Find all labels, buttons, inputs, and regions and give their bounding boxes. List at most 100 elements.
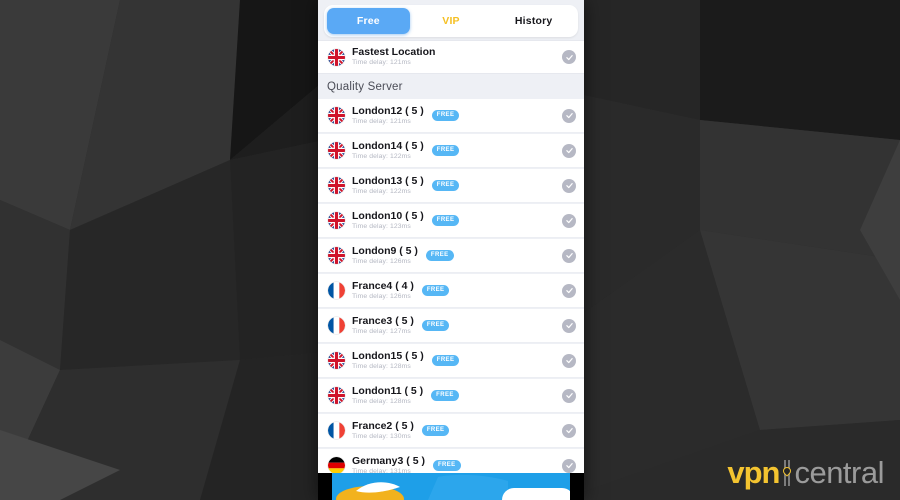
server-texts: London15 ( 5 ) Time delay: 128ms bbox=[352, 350, 424, 372]
check-circle-icon[interactable] bbox=[562, 108, 576, 123]
free-badge: FREE bbox=[432, 460, 461, 471]
server-texts: London12 ( 5 ) Time delay: 121ms bbox=[352, 105, 424, 127]
server-delay: Time delay: 127ms bbox=[352, 327, 411, 335]
server-delay: Time delay: 122ms bbox=[352, 187, 411, 195]
server-row[interactable]: France2 ( 5 ) Time delay: 130ms FREE bbox=[318, 414, 584, 448]
germany-flag-icon bbox=[328, 457, 345, 474]
vpn-app-screen: Free VIP History Fastest Location Time d… bbox=[318, 0, 584, 500]
server-delay: Time delay: 126ms bbox=[352, 257, 411, 265]
vpncentral-watermark: vpn central bbox=[727, 457, 884, 488]
fastest-location-name: Fastest Location bbox=[352, 46, 436, 58]
section-header-quality-server: Quality Server bbox=[318, 74, 584, 99]
free-badge: FREE bbox=[431, 180, 460, 191]
server-name: London13 ( 5 ) bbox=[352, 174, 424, 187]
server-row[interactable]: France3 ( 5 ) Time delay: 127ms FREE bbox=[318, 309, 584, 343]
server-name: London14 ( 5 ) bbox=[352, 139, 424, 152]
server-name: London15 ( 5 ) bbox=[352, 349, 424, 362]
uk-flag-icon bbox=[328, 212, 345, 229]
server-name: London12 ( 5 ) bbox=[352, 104, 424, 117]
free-badge: FREE bbox=[431, 110, 460, 121]
france-flag-icon bbox=[328, 282, 345, 299]
check-circle-icon[interactable] bbox=[562, 388, 576, 403]
fastest-location-texts: Fastest Location Time delay: 121ms bbox=[352, 46, 435, 68]
server-delay: Time delay: 128ms bbox=[352, 397, 411, 405]
free-badge: FREE bbox=[421, 285, 450, 296]
server-delay: Time delay: 128ms bbox=[352, 362, 411, 370]
server-delay: Time delay: 121ms bbox=[352, 117, 411, 125]
check-circle-icon[interactable] bbox=[562, 178, 576, 193]
server-row[interactable]: London9 ( 5 ) Time delay: 126ms FREE bbox=[318, 239, 584, 273]
server-list[interactable]: London12 ( 5 ) Time delay: 121ms FREE Londo… bbox=[318, 99, 584, 483]
server-texts: London11 ( 5 ) Time delay: 128ms bbox=[352, 385, 423, 407]
server-row[interactable]: London13 ( 5 ) Time delay: 122ms FREE bbox=[318, 169, 584, 203]
server-name: London11 ( 5 ) bbox=[352, 384, 424, 397]
fastest-location-delay: Time delay: 121ms bbox=[352, 59, 411, 66]
server-name: London10 ( 5 ) bbox=[352, 209, 424, 222]
tab-free[interactable]: Free bbox=[327, 8, 410, 34]
free-badge: FREE bbox=[431, 355, 460, 366]
server-name: London9 ( 5 ) bbox=[352, 244, 418, 257]
server-row[interactable]: London10 ( 5 ) Time delay: 123ms FREE bbox=[318, 204, 584, 238]
free-badge: FREE bbox=[431, 390, 459, 401]
uk-flag-icon bbox=[328, 142, 345, 159]
uk-flag-icon bbox=[328, 247, 345, 264]
tab-free-label: Free bbox=[356, 15, 380, 27]
server-texts: London13 ( 5 ) Time delay: 122ms bbox=[352, 175, 424, 197]
check-circle-icon[interactable] bbox=[562, 353, 576, 368]
uk-flag-icon bbox=[328, 107, 345, 124]
free-badge: FREE bbox=[421, 320, 450, 331]
tab-bar: Free VIP History bbox=[324, 5, 578, 37]
server-texts: France4 ( 4 ) Time delay: 126ms bbox=[352, 280, 414, 302]
free-badge: FREE bbox=[431, 145, 460, 156]
server-texts: France2 ( 5 ) Time delay: 130ms bbox=[352, 420, 414, 442]
free-badge: FREE bbox=[431, 215, 460, 226]
server-texts: London10 ( 5 ) Time delay: 123ms bbox=[352, 210, 424, 232]
watermark-location-pin bbox=[781, 464, 793, 477]
check-circle-icon[interactable] bbox=[562, 318, 576, 333]
watermark-vpn-text: vpn bbox=[727, 455, 780, 490]
free-badge: FREE bbox=[421, 425, 450, 436]
server-texts: France3 ( 5 ) Time delay: 127ms bbox=[352, 315, 414, 337]
server-name: France3 ( 5 ) bbox=[352, 314, 414, 327]
screenshot-stage: Free VIP History Fastest Location Time d… bbox=[0, 0, 900, 500]
server-row[interactable]: London12 ( 5 ) Time delay: 121ms FREE bbox=[318, 99, 584, 133]
uk-flag-icon bbox=[328, 177, 345, 194]
tab-vip[interactable]: VIP bbox=[410, 8, 493, 34]
tab-vip-label: VIP bbox=[442, 15, 460, 27]
server-delay: Time delay: 122ms bbox=[352, 152, 411, 160]
server-delay: Time delay: 126ms bbox=[352, 292, 411, 300]
server-name: France4 ( 4 ) bbox=[352, 279, 414, 292]
server-row[interactable]: London14 ( 5 ) Time delay: 122ms FREE bbox=[318, 134, 584, 168]
fastest-location-row[interactable]: Fastest Location Time delay: 121ms bbox=[318, 40, 584, 74]
france-flag-icon bbox=[328, 422, 345, 439]
server-row[interactable]: France4 ( 4 ) Time delay: 126ms FREE bbox=[318, 274, 584, 308]
tab-history-label: History bbox=[514, 15, 553, 27]
france-flag-icon bbox=[328, 317, 345, 334]
uk-flag-icon bbox=[328, 387, 345, 404]
banner-cta-pill[interactable] bbox=[502, 488, 574, 500]
check-circle-icon[interactable] bbox=[562, 458, 576, 473]
server-name: Germany3 ( 5 ) bbox=[352, 454, 425, 467]
check-circle-icon[interactable] bbox=[562, 143, 576, 158]
server-name: France2 ( 5 ) bbox=[352, 419, 414, 432]
uk-flag-icon bbox=[328, 48, 345, 66]
server-texts: London9 ( 5 ) Time delay: 126ms bbox=[352, 245, 418, 267]
uk-flag-icon bbox=[328, 352, 345, 369]
server-row[interactable]: London15 ( 5 ) Time delay: 128ms FREE bbox=[318, 344, 584, 378]
section-header-label: Quality Server bbox=[327, 80, 403, 93]
bottom-promo-banner[interactable] bbox=[318, 473, 584, 500]
server-row[interactable]: London11 ( 5 ) Time delay: 128ms FREE bbox=[318, 379, 584, 413]
check-circle-icon[interactable] bbox=[562, 423, 576, 438]
check-circle-icon[interactable] bbox=[562, 248, 576, 263]
check-circle-icon[interactable] bbox=[562, 213, 576, 228]
server-delay: Time delay: 123ms bbox=[352, 222, 411, 230]
check-circle-icon[interactable] bbox=[562, 283, 576, 298]
banner-left-edge bbox=[318, 473, 332, 500]
server-texts: London14 ( 5 ) Time delay: 122ms bbox=[352, 140, 424, 162]
free-badge: FREE bbox=[425, 250, 454, 261]
watermark-pin-icon bbox=[780, 458, 793, 488]
banner-right-edge bbox=[570, 473, 584, 500]
server-delay: Time delay: 130ms bbox=[352, 432, 411, 440]
tab-history[interactable]: History bbox=[492, 8, 575, 34]
check-circle-icon[interactable] bbox=[562, 50, 576, 64]
